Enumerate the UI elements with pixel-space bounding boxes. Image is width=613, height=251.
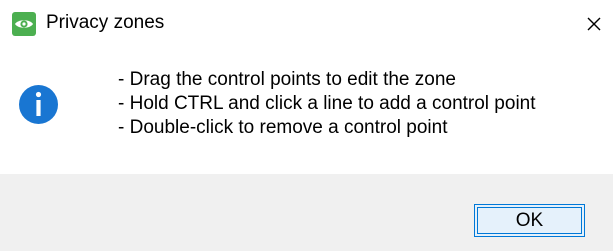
message-area: - Drag the control points to edit the zo… bbox=[0, 46, 613, 174]
privacy-zones-dialog: Privacy zones - Drag the control points … bbox=[0, 0, 613, 251]
button-bar: OK bbox=[0, 174, 613, 251]
info-icon bbox=[18, 84, 59, 125]
title-bar[interactable]: Privacy zones bbox=[0, 0, 613, 46]
ok-button[interactable]: OK bbox=[474, 204, 585, 237]
message-line: - Hold CTRL and click a line to add a co… bbox=[118, 93, 536, 114]
window-title: Privacy zones bbox=[46, 12, 165, 33]
eye-icon bbox=[12, 12, 36, 36]
message-text: - Drag the control points to edit the zo… bbox=[118, 68, 536, 140]
message-line: - Drag the control points to edit the zo… bbox=[118, 69, 456, 90]
close-button[interactable] bbox=[578, 9, 610, 39]
close-icon bbox=[586, 16, 602, 32]
message-line: - Double-click to remove a control point bbox=[118, 117, 448, 138]
